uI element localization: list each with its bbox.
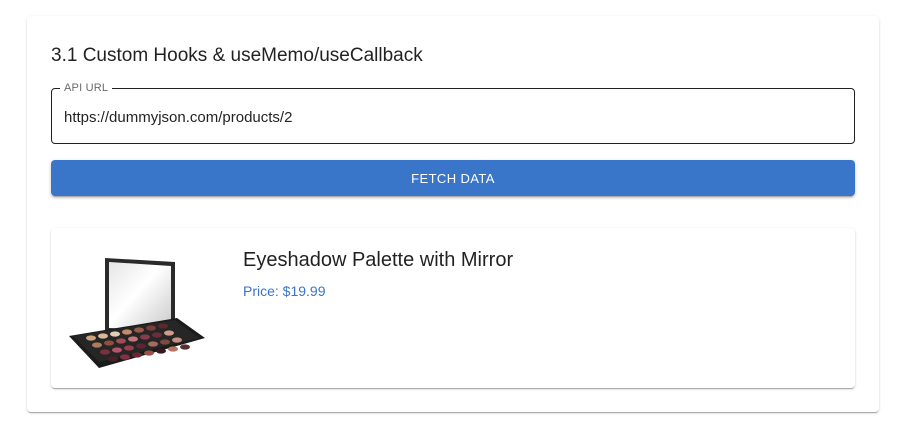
product-title: Eyeshadow Palette with Mirror xyxy=(243,249,514,271)
api-url-input[interactable] xyxy=(51,88,855,144)
product-price: Price: $19.99 xyxy=(243,283,326,299)
section-title: 3.1 Custom Hooks & useMemo/useCallback xyxy=(51,45,423,66)
product-image xyxy=(69,258,205,368)
api-url-field[interactable]: API URL xyxy=(51,83,855,144)
hooks-demo-panel: 3.1 Custom Hooks & useMemo/useCallback A… xyxy=(27,16,879,412)
fetch-data-button[interactable]: FETCH DATA xyxy=(51,160,855,196)
product-card: Eyeshadow Palette with Mirror Price: $19… xyxy=(51,228,855,388)
